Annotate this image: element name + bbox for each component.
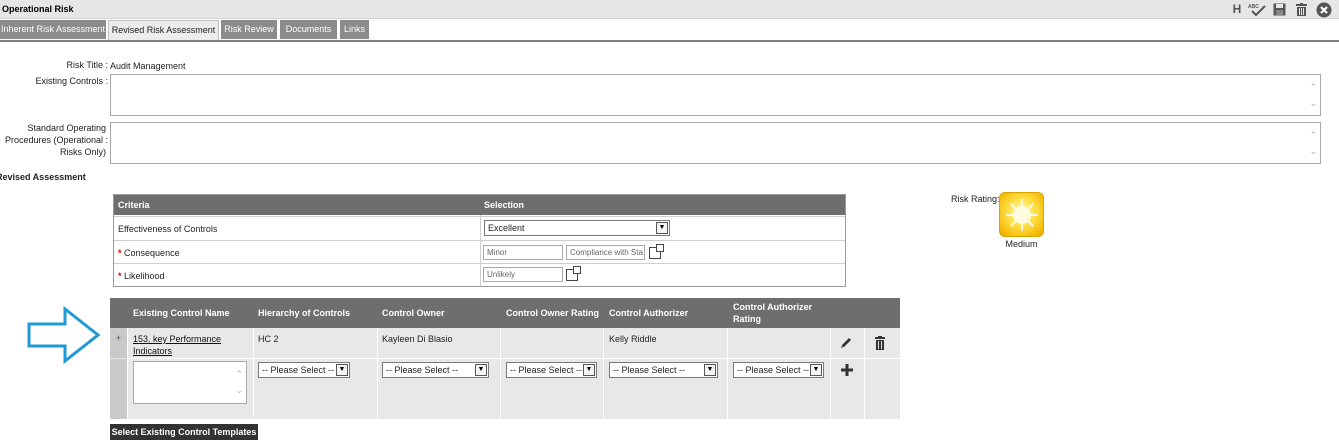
effectiveness-select-value: Excellent xyxy=(488,223,525,233)
spellcheck-icon[interactable]: ABC xyxy=(1247,2,1267,17)
close-icon[interactable] xyxy=(1316,2,1332,18)
existing-controls-label: Existing Controls : xyxy=(35,76,108,86)
control-name-link[interactable]: 153. key Performance Indicators xyxy=(133,333,221,357)
tab-risk-review[interactable]: Risk Review xyxy=(221,20,277,39)
criteria-table: Criteria Selection Effectiveness of Cont… xyxy=(113,194,846,287)
scroll-up-icon[interactable]: ⌃ xyxy=(235,370,243,379)
scroll-down-icon[interactable]: ⌄ xyxy=(1309,147,1317,156)
owner-select[interactable]: -- Please Select -- ▼ xyxy=(382,362,489,378)
criteria-row-likelihood: * Likelihood Unlikely xyxy=(114,263,845,286)
chevron-down-icon[interactable]: ▼ xyxy=(810,364,822,376)
tab-documents[interactable]: Documents xyxy=(280,20,337,39)
likelihood-label: Likelihood xyxy=(124,271,165,281)
authorizer-value: Kelly Riddle xyxy=(609,334,657,344)
header-authorizer: Control Authorizer xyxy=(609,308,689,318)
required-marker: * xyxy=(118,248,122,258)
hierarchy-select[interactable]: -- Please Select -- ▼ xyxy=(258,362,350,378)
sop-label-line3: Risks Only) xyxy=(59,147,106,157)
chevron-down-icon[interactable]: ▼ xyxy=(704,364,716,376)
svg-text:ABC: ABC xyxy=(1248,4,1259,10)
tab-inherent-risk-assessment[interactable]: Inherent Risk Assessment xyxy=(0,20,106,39)
chevron-down-icon[interactable]: ▼ xyxy=(475,364,487,376)
header-control-name: Existing Control Name xyxy=(133,308,230,318)
consequence-category-input[interactable]: Compliance with Sta xyxy=(566,245,645,260)
control-name-line1[interactable]: 153. key Performance xyxy=(133,333,221,345)
criteria-header: Criteria xyxy=(118,200,150,210)
criteria-row-effectiveness: Effectiveness of Controls Excellent ▼ xyxy=(114,216,845,239)
arrow-right-icon xyxy=(27,305,101,365)
header-hierarchy: Hierarchy of Controls xyxy=(258,308,351,318)
criteria-row-consequence: * Consequence Minor Compliance with Sta xyxy=(114,240,845,263)
selection-header: Selection xyxy=(484,200,525,210)
tab-revised-risk-assessment[interactable]: Revised Risk Assessment xyxy=(108,20,219,40)
new-control-name-textarea[interactable]: ⌃ ⌄ xyxy=(133,361,247,404)
popup-lookup-icon[interactable] xyxy=(566,266,581,281)
authorizer-rating-select[interactable]: -- Please Select -- ▼ xyxy=(733,362,824,378)
authorizer-select-value: -- Please Select -- xyxy=(613,365,686,375)
sop-label-line2: Procedures (Operational : xyxy=(4,135,108,145)
effectiveness-select[interactable]: Excellent ▼ xyxy=(484,220,670,236)
save-icon[interactable] xyxy=(1273,3,1286,16)
consequence-label-wrap: * Consequence xyxy=(118,248,180,258)
plus-icon[interactable] xyxy=(840,363,854,377)
sop-label-line1: Standard Operating xyxy=(27,123,106,133)
authorizer-select[interactable]: -- Please Select -- ▼ xyxy=(609,362,718,378)
likelihood-input[interactable]: Unlikely xyxy=(483,267,563,282)
owner-select-value: -- Please Select -- xyxy=(386,365,459,375)
hierarchy-select-value: -- Please Select -- xyxy=(262,365,335,375)
table-row: 153. key Performance Indicators HC 2 Kay… xyxy=(110,328,900,358)
risk-title-value: Audit Management xyxy=(110,61,186,71)
existing-controls-grid: Existing Control Name Hierarchy of Contr… xyxy=(110,298,900,419)
header-authorizer-rating-line1: Control Authorizer xyxy=(733,302,813,312)
scroll-down-icon[interactable]: ⌄ xyxy=(235,386,243,395)
popup-lookup-icon[interactable] xyxy=(649,244,664,259)
control-name-line2[interactable]: Indicators xyxy=(133,345,221,357)
scroll-up-icon[interactable]: ⌃ xyxy=(1309,131,1317,140)
risk-rating-label: Risk Rating: xyxy=(951,194,1000,204)
required-marker: * xyxy=(118,271,122,281)
sun-icon xyxy=(999,192,1044,237)
grid-header: Existing Control Name Hierarchy of Contr… xyxy=(110,298,900,328)
authorizer-rating-select-value: -- Please Select -- xyxy=(737,365,810,375)
risk-title-label: Risk Title : xyxy=(66,60,108,70)
chevron-down-icon[interactable]: ▼ xyxy=(336,364,348,376)
scroll-down-icon[interactable]: ⌄ xyxy=(1309,99,1317,108)
owner-rating-select-value: -- Please Select -- xyxy=(510,365,583,375)
history-button[interactable]: H xyxy=(1231,2,1243,17)
sop-textarea[interactable]: ⌃ ⌄ xyxy=(110,122,1321,164)
edit-icon[interactable] xyxy=(839,336,853,350)
existing-controls-textarea[interactable]: ⌃ ⌄ xyxy=(110,74,1321,116)
new-control-row: ⌃ ⌄ -- Please Select -- ▼ -- Please Sele… xyxy=(110,359,900,419)
owner-value: Kayleen Di Blasio xyxy=(382,334,453,344)
chevron-down-icon[interactable]: ▼ xyxy=(583,364,595,376)
header-authorizer-rating-line2: Rating xyxy=(733,314,761,324)
trash-icon[interactable] xyxy=(874,336,886,350)
header-control-owner: Control Owner xyxy=(382,308,445,318)
consequence-label: Consequence xyxy=(124,248,180,258)
effectiveness-label: Effectiveness of Controls xyxy=(118,224,218,234)
delete-icon[interactable] xyxy=(1295,3,1308,16)
title-bar xyxy=(0,0,1339,19)
header-owner-rating: Control Owner Rating xyxy=(506,308,599,318)
criteria-table-header: Criteria Selection xyxy=(114,195,845,215)
risk-rating-value: Medium xyxy=(1005,239,1038,249)
scroll-up-icon[interactable]: ⌃ xyxy=(1309,83,1317,92)
revised-assessment-heading: Revised Assessment xyxy=(0,172,86,182)
owner-rating-select[interactable]: -- Please Select -- ▼ xyxy=(506,362,597,378)
tab-underline xyxy=(0,40,1339,42)
tab-links[interactable]: Links xyxy=(340,20,369,39)
hierarchy-value: HC 2 xyxy=(258,334,279,344)
likelihood-label-wrap: * Likelihood xyxy=(118,271,165,281)
chevron-down-icon[interactable]: ▼ xyxy=(656,222,668,234)
select-existing-control-templates-button[interactable]: Select Existing Control Templates xyxy=(110,424,258,440)
consequence-input[interactable]: Minor xyxy=(483,245,563,260)
window-title: Operational Risk xyxy=(2,4,74,14)
